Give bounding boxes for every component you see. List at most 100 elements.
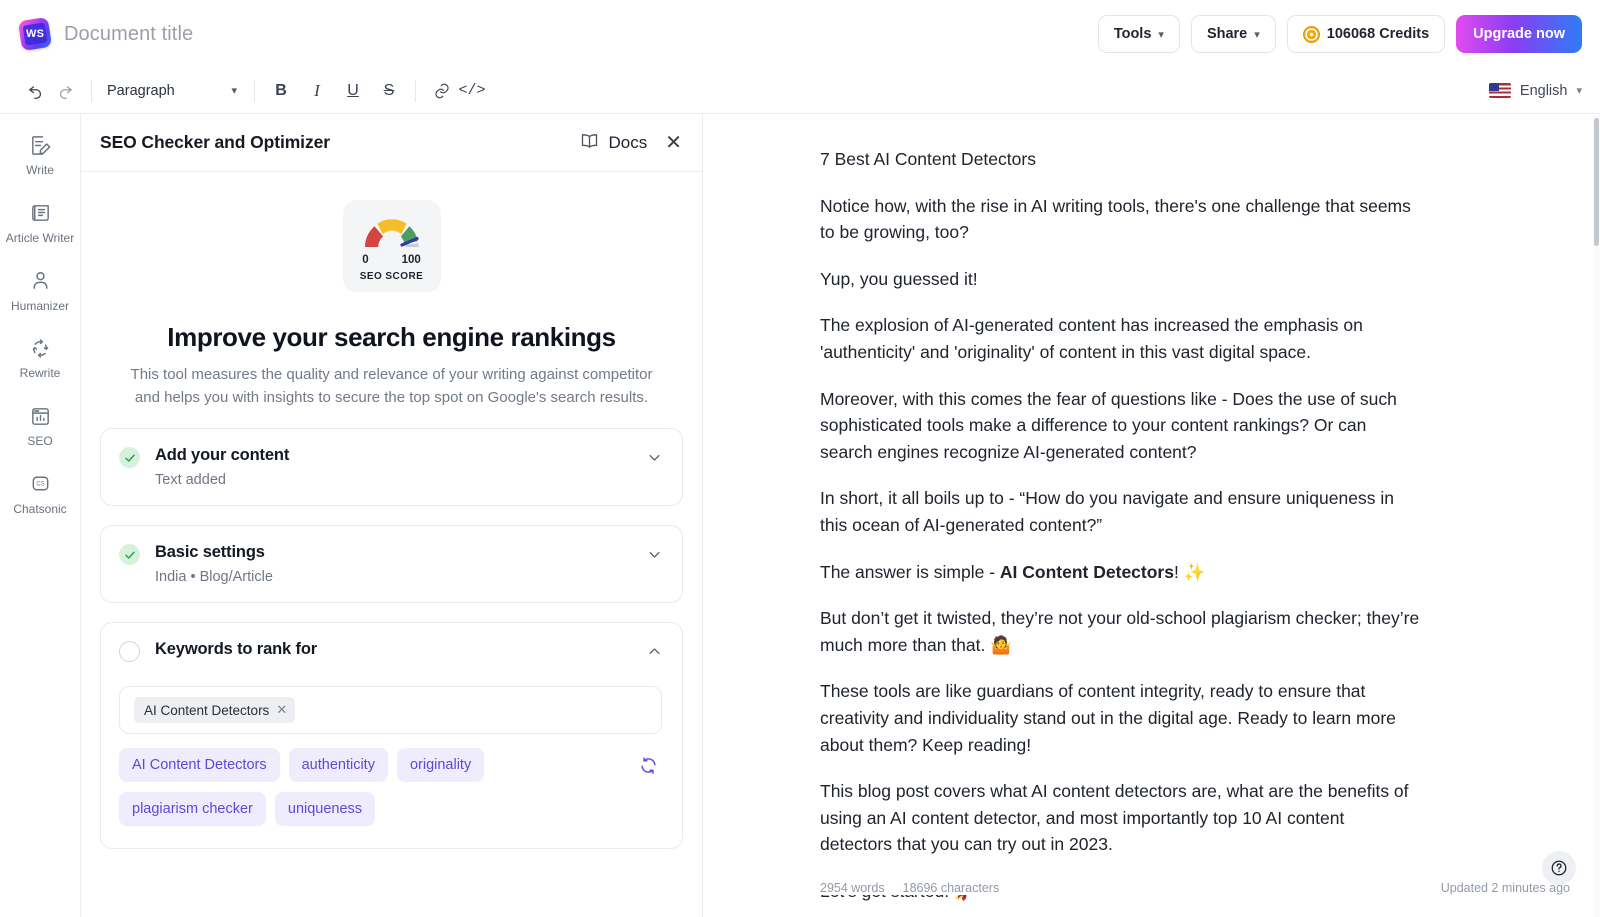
sidebar-item-write[interactable]: Write — [4, 132, 76, 178]
check-icon — [119, 447, 140, 468]
paragraph: 7 Best AI Content Detectors — [820, 146, 1420, 173]
share-button[interactable]: Share ▾ — [1191, 15, 1276, 53]
document-content: 7 Best AI Content Detectors Notice how, … — [820, 146, 1420, 917]
underline-button[interactable]: U — [338, 76, 368, 106]
keyword-chip[interactable]: plagiarism checker — [119, 792, 266, 826]
language-select[interactable]: English ▾ — [1489, 83, 1582, 99]
book-icon — [579, 130, 600, 156]
bold-button[interactable]: B — [266, 76, 296, 106]
app-logo-icon[interactable]: WS — [18, 17, 52, 51]
keyword-token-label: AI Content Detectors — [144, 703, 269, 718]
chevron-up-icon[interactable] — [647, 640, 662, 662]
sidebar-item-label: Rewrite — [20, 367, 61, 381]
sidebar-item-article-writer[interactable]: Article Writer — [4, 200, 76, 246]
chevron-down-icon: ▾ — [231, 84, 237, 97]
accordion-header: Basic settings India • Blog/Article — [119, 543, 662, 585]
upgrade-now-button[interactable]: Upgrade now — [1456, 15, 1582, 53]
credits-button[interactable]: 106068 Credits — [1287, 15, 1445, 53]
paragraph-pre: The answer is simple - — [820, 562, 1000, 582]
keyword-chip[interactable]: AI Content Detectors — [119, 748, 280, 782]
docs-button[interactable]: Docs — [579, 130, 648, 156]
sidebar-item-rewrite[interactable]: Rewrite — [4, 335, 76, 381]
chatsonic-icon: CS — [29, 471, 52, 497]
logo-text: WS — [26, 28, 44, 40]
sidebar-item-humanizer[interactable]: Humanizer — [4, 268, 76, 314]
chevron-down-icon[interactable] — [647, 543, 662, 565]
accordion-subtitle: India • Blog/Article — [155, 569, 273, 585]
keywords-input[interactable]: AI Content Detectors ✕ — [119, 686, 662, 734]
italic-button[interactable]: I — [302, 76, 332, 106]
paragraph: This blog post covers what AI content de… — [820, 778, 1420, 858]
paragraph-bold: AI Content Detectors — [1000, 562, 1174, 582]
seo-panel-content: 0 100 SEO SCORE Improve your search engi… — [81, 172, 702, 917]
word-count: 2954 words — [820, 881, 885, 895]
sidebar-item-label: Humanizer — [11, 300, 69, 314]
tools-button[interactable]: Tools ▾ — [1098, 15, 1180, 53]
seo-hero-subtitle: This tool measures the quality and relev… — [127, 364, 657, 409]
top-bar-actions: Tools ▾ Share ▾ 106068 Credits Upgrade n… — [1098, 15, 1582, 53]
paragraph-style-label: Paragraph — [107, 83, 175, 99]
toolbar-divider — [415, 80, 416, 102]
accordion-subtitle: Text added — [155, 472, 289, 488]
language-label: English — [1520, 83, 1568, 99]
keyword-token[interactable]: AI Content Detectors ✕ — [134, 697, 295, 723]
svg-text:CS: CS — [36, 482, 44, 488]
strikethrough-button[interactable]: S — [374, 76, 404, 106]
app-root: WS Document title Tools ▾ Share ▾ 106068… — [0, 0, 1600, 917]
suggested-keywords-row: AI Content Detectors authenticity origin… — [119, 748, 662, 826]
chevron-down-icon[interactable] — [647, 446, 662, 468]
keyword-chip[interactable]: uniqueness — [275, 792, 375, 826]
underline-label: U — [347, 82, 359, 100]
accordion-basic-settings[interactable]: Basic settings India • Blog/Article — [100, 525, 683, 603]
refresh-icon[interactable] — [629, 748, 662, 780]
sidebar-item-label: SEO — [27, 435, 52, 449]
text-format-group: B I U S — [266, 76, 404, 106]
italic-label: I — [314, 81, 320, 101]
code-button[interactable]: </> — [457, 76, 487, 106]
accordion-add-your-content[interactable]: Add your content Text added — [100, 428, 683, 506]
link-icon[interactable] — [427, 76, 457, 106]
editor-scrollbar[interactable] — [1593, 114, 1600, 917]
code-label: </> — [458, 82, 485, 99]
character-count: 18696 characters — [903, 881, 1000, 895]
scrollbar-thumb[interactable] — [1594, 118, 1599, 246]
status-counts: 2954 words 18696 characters — [820, 881, 999, 895]
document-title-input[interactable]: Document title — [64, 23, 193, 46]
accordion-texts: Basic settings India • Blog/Article — [155, 543, 273, 585]
paragraph: Notice how, with the rise in AI writing … — [820, 193, 1420, 246]
keyword-chip[interactable]: authenticity — [289, 748, 388, 782]
seo-panel-header: SEO Checker and Optimizer Docs ✕ — [81, 114, 702, 172]
seo-icon — [29, 403, 52, 429]
keyword-chip[interactable]: originality — [397, 748, 484, 782]
sidebar-item-chatsonic[interactable]: CS Chatsonic — [4, 471, 76, 517]
docs-label: Docs — [609, 133, 648, 153]
help-button[interactable] — [1542, 851, 1576, 885]
close-icon[interactable]: ✕ — [665, 133, 682, 153]
gauge-max-label: 100 — [402, 254, 421, 266]
document-editor[interactable]: 7 Best AI Content Detectors Notice how, … — [703, 114, 1600, 917]
toolbar-divider — [91, 80, 92, 102]
redo-icon[interactable] — [50, 76, 80, 106]
paragraph-post: ! ✨ — [1174, 562, 1206, 582]
undo-icon[interactable] — [20, 76, 50, 106]
brand: WS Document title — [20, 19, 193, 49]
top-bar: WS Document title Tools ▾ Share ▾ 106068… — [0, 0, 1600, 68]
rewrite-icon — [29, 335, 52, 361]
chevron-down-icon: ▾ — [1576, 84, 1582, 97]
credits-label: 106068 Credits — [1327, 26, 1429, 42]
gauge-graphic — [359, 211, 425, 251]
sidebar-item-label: Article Writer — [6, 232, 74, 246]
gauge-min-label: 0 — [362, 254, 368, 266]
accordion-keywords-to-rank-for[interactable]: Keywords to rank for AI Content Detector… — [100, 622, 683, 849]
gauge-caption: SEO SCORE — [360, 271, 424, 282]
remove-keyword-icon[interactable]: ✕ — [276, 702, 287, 718]
upgrade-label: Upgrade now — [1473, 26, 1565, 42]
humanizer-icon — [29, 268, 52, 294]
accordion-title: Add your content — [155, 446, 289, 465]
us-flag-icon — [1489, 83, 1511, 98]
tools-label: Tools — [1114, 26, 1152, 42]
sidebar-item-seo[interactable]: SEO — [4, 403, 76, 449]
paragraph-style-select[interactable]: Paragraph ▾ — [103, 76, 243, 106]
seo-score-gauge: 0 100 SEO SCORE — [343, 200, 441, 292]
seo-hero-title: Improve your search engine rankings — [100, 322, 683, 353]
